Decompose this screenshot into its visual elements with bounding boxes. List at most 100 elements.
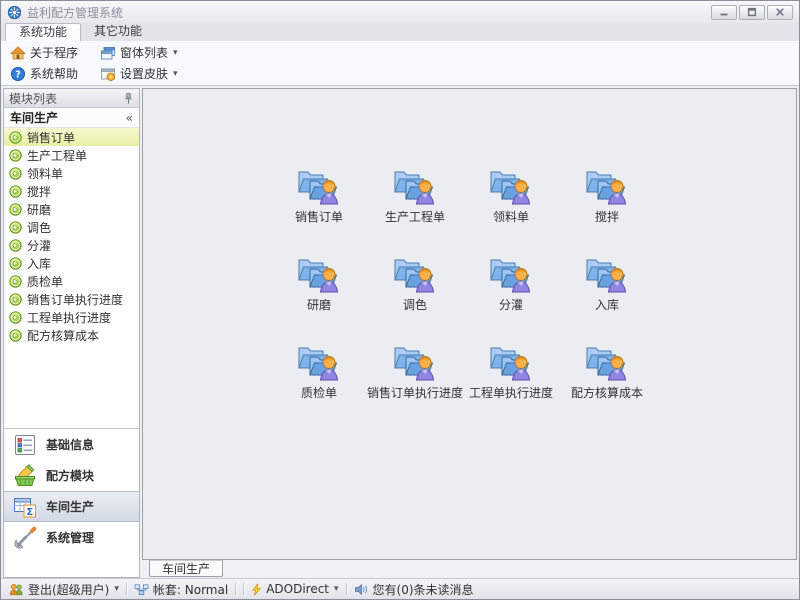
folder-user-icon xyxy=(297,165,341,205)
content-area: 模块列表 车间生产 « 销售订单 生产工程单 领料单 搅拌 研磨 调色 分灌 入… xyxy=(1,86,799,578)
tab-other-functions[interactable]: 其它功能 xyxy=(81,23,155,41)
sidebar-item-label: 销售订单执行进度 xyxy=(27,291,123,308)
sidebar-item-formula-cost[interactable]: 配方核算成本 xyxy=(4,326,139,344)
maximize-icon xyxy=(747,7,757,17)
document-tab-workshop[interactable]: 车间生产 xyxy=(149,560,223,577)
nav-label: 车间生产 xyxy=(46,498,94,515)
status-separator xyxy=(126,583,127,595)
tab-system-functions[interactable]: 系统功能 xyxy=(5,23,81,41)
sidebar-item-sales-order[interactable]: 销售订单 xyxy=(4,128,139,146)
nav-label: 基础信息 xyxy=(46,436,94,453)
sidebar-item-quality-check[interactable]: 质检单 xyxy=(4,272,139,290)
set-skin-label: 设置皮肤 xyxy=(120,65,168,82)
main-area: 销售订单 生产工程单 领料单 搅拌 研磨 调色 分灌 入库 质检单 销售订单执行… xyxy=(142,88,797,578)
sidebar-item-grinding[interactable]: 研磨 xyxy=(4,200,139,218)
window-list-button[interactable]: 窗体列表 ▾ xyxy=(95,43,183,62)
collapse-chevron-icon[interactable]: « xyxy=(126,111,133,125)
about-program-label: 关于程序 xyxy=(30,44,78,61)
app-window: 益利配方管理系统 系统功能 其它功能 关于程序 窗体列表 ▾ 系 xyxy=(0,0,800,600)
folder-user-icon xyxy=(489,341,533,381)
module-shortcut-sales-order-progress[interactable]: 销售订单执行进度 xyxy=(367,341,463,401)
group-header-workshop: 车间生产 « xyxy=(4,108,139,128)
sidebar-item-engineering-order-progress[interactable]: 工程单执行进度 xyxy=(4,308,139,326)
green-arrow-icon xyxy=(9,167,22,180)
minimize-button[interactable] xyxy=(711,5,737,20)
module-shortcut-filling[interactable]: 分灌 xyxy=(463,253,559,313)
window-list-label: 窗体列表 xyxy=(120,44,168,61)
green-arrow-icon xyxy=(9,293,22,306)
green-arrow-icon xyxy=(9,329,22,342)
about-program-button[interactable]: 关于程序 xyxy=(5,43,83,62)
module-shortcut-material-request[interactable]: 领料单 xyxy=(463,165,559,225)
module-shortcut-formula-cost[interactable]: 配方核算成本 xyxy=(559,341,655,401)
sidebar-item-production-order[interactable]: 生产工程单 xyxy=(4,146,139,164)
module-item-list: 销售订单 生产工程单 领料单 搅拌 研磨 调色 分灌 入库 质检单 销售订单执行… xyxy=(4,128,139,344)
module-shortcut-label: 配方核算成本 xyxy=(571,384,643,401)
tools-icon xyxy=(13,526,37,550)
folder-user-icon xyxy=(585,341,629,381)
nav-system-management[interactable]: 系统管理 xyxy=(4,522,139,553)
sidebar-item-warehousing[interactable]: 入库 xyxy=(4,254,139,272)
logout-button[interactable]: 登出(超级用户) ▾ xyxy=(9,581,119,598)
nav-formula-module[interactable]: 配方模块 xyxy=(4,460,139,491)
sidebar-spacer xyxy=(4,344,139,428)
module-shortcut-quality-check[interactable]: 质检单 xyxy=(271,341,367,401)
module-shortcut-production-order[interactable]: 生产工程单 xyxy=(367,165,463,225)
set-skin-button[interactable]: 设置皮肤 ▾ xyxy=(95,64,183,83)
unread-messages-status[interactable]: 您有(0)条未读消息 xyxy=(354,581,474,598)
module-shortcut-label: 工程单执行进度 xyxy=(469,384,553,401)
sidebar-item-label: 研磨 xyxy=(27,201,51,218)
module-shortcut-engineering-order-progress[interactable]: 工程单执行进度 xyxy=(463,341,559,401)
home-icon xyxy=(10,45,26,61)
system-help-label: 系统帮助 xyxy=(30,65,78,82)
sidebar-item-material-request[interactable]: 领料单 xyxy=(4,164,139,182)
module-shortcut-label: 调色 xyxy=(403,296,427,313)
green-arrow-icon xyxy=(9,203,22,216)
green-arrow-icon xyxy=(9,257,22,270)
sidebar-item-label: 调色 xyxy=(27,219,51,236)
nav-basic-info[interactable]: 基础信息 xyxy=(4,429,139,460)
nav-label: 系统管理 xyxy=(46,529,94,546)
window-title: 益利配方管理系统 xyxy=(27,4,123,21)
sidebar-item-label: 入库 xyxy=(27,255,51,272)
nav-workshop-production[interactable]: 车间生产 xyxy=(4,491,139,522)
dropdown-caret-icon: ▾ xyxy=(173,48,178,58)
toolbar-row-1: 关于程序 窗体列表 ▾ xyxy=(5,42,795,63)
logout-label: 登出(超级用户) xyxy=(28,581,109,598)
sidebar-item-mixing[interactable]: 搅拌 xyxy=(4,182,139,200)
account-set-status: 帐套: Normal xyxy=(134,581,228,598)
data-provider-button[interactable]: ADODirect ▾ xyxy=(251,582,338,596)
minimize-icon xyxy=(719,7,729,17)
module-shortcut-color-matching[interactable]: 调色 xyxy=(367,253,463,313)
status-separator xyxy=(243,583,244,595)
module-shortcut-mixing[interactable]: 搅拌 xyxy=(559,165,655,225)
sidebar-item-filling[interactable]: 分灌 xyxy=(4,236,139,254)
dropdown-caret-icon: ▾ xyxy=(173,69,178,79)
folder-user-icon xyxy=(393,341,437,381)
module-shortcut-grinding[interactable]: 研磨 xyxy=(271,253,367,313)
folder-user-icon xyxy=(297,253,341,293)
module-sidebar: 模块列表 车间生产 « 销售订单 生产工程单 领料单 搅拌 研磨 调色 分灌 入… xyxy=(3,88,140,578)
maximize-button[interactable] xyxy=(739,5,765,20)
close-button[interactable] xyxy=(767,5,793,20)
module-shortcut-label: 领料单 xyxy=(493,208,529,225)
toolbar-row-2: 系统帮助 设置皮肤 ▾ xyxy=(5,63,795,84)
module-shortcut-label: 入库 xyxy=(595,296,619,313)
basket-pencil-icon xyxy=(13,464,37,488)
sidebar-item-label: 生产工程单 xyxy=(27,147,87,164)
module-icon-grid: 销售订单 生产工程单 领料单 搅拌 研磨 调色 分灌 入库 质检单 销售订单执行… xyxy=(271,165,655,401)
sidebar-nav-buttons: 基础信息 配方模块 车间生产 系统管理 xyxy=(4,428,139,553)
green-arrow-icon xyxy=(9,221,22,234)
unread-messages-label: 您有(0)条未读消息 xyxy=(373,581,474,598)
nav-label: 配方模块 xyxy=(46,467,94,484)
pin-icon[interactable] xyxy=(123,92,134,105)
folder-user-icon xyxy=(585,165,629,205)
sidebar-item-sales-order-progress[interactable]: 销售订单执行进度 xyxy=(4,290,139,308)
sidebar-item-color-matching[interactable]: 调色 xyxy=(4,218,139,236)
module-shortcut-sales-order[interactable]: 销售订单 xyxy=(271,165,367,225)
module-shortcut-warehousing[interactable]: 入库 xyxy=(559,253,655,313)
system-help-button[interactable]: 系统帮助 xyxy=(5,64,83,83)
folder-user-icon xyxy=(393,165,437,205)
green-arrow-icon xyxy=(9,311,22,324)
group-title: 车间生产 xyxy=(10,109,58,126)
